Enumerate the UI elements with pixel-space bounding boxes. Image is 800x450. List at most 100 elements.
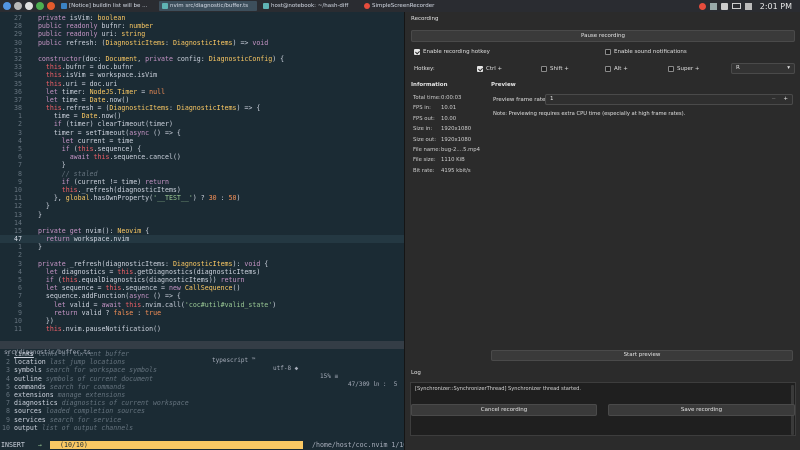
list-item[interactable]: 4 outline symbols of current document	[0, 375, 404, 383]
code-line[interactable]: 5 if (this.equalDiagnostics(diagnosticIt…	[0, 276, 404, 284]
files-icon[interactable]	[14, 2, 22, 10]
list-item[interactable]: 9 services search for service	[0, 416, 404, 424]
network-icon[interactable]	[709, 2, 717, 10]
list-item[interactable]: 3 symbols search for workspace symbols	[0, 366, 404, 374]
code-line[interactable]: 13 }	[0, 211, 404, 219]
launcher-icon[interactable]	[3, 2, 11, 10]
list-item-number: 1	[6, 350, 10, 358]
code-line[interactable]: 1 }	[0, 243, 404, 251]
enable-sound-checkbox[interactable]	[605, 49, 611, 55]
alt-checkbox[interactable]	[605, 66, 611, 72]
code-line[interactable]: 6 let sequence = this.sequence = new Cal…	[0, 284, 404, 292]
code-line[interactable]: 37 let time = Date.now()	[0, 96, 404, 104]
save-recording-button[interactable]: Save recording	[608, 404, 795, 416]
firefox-icon[interactable]	[47, 2, 55, 10]
code-line[interactable]: 10 })	[0, 317, 404, 325]
code-line[interactable]: 3 private _refresh(diagnosticItems: Diag…	[0, 260, 404, 268]
ctrl-checkbox[interactable]	[477, 66, 483, 72]
code-line[interactable]: 7 }	[0, 161, 404, 169]
line-number: 14	[14, 218, 22, 227]
code-line[interactable]: 27 private isVim: boolean	[0, 14, 404, 22]
terminal-icon[interactable]	[25, 2, 33, 10]
task-nvim[interactable]: nvim src/diagnostic/buffer.ts	[159, 1, 257, 11]
line-number: 33	[14, 63, 22, 72]
code-line[interactable]: 35 this.uri = doc.uri	[0, 80, 404, 88]
line-number: 5	[18, 276, 22, 284]
code-line[interactable]: 29 public readonly uri: string	[0, 30, 404, 38]
code-line[interactable]: 33 this.bufnr = doc.bufnr	[0, 63, 404, 71]
volume-icon[interactable]	[720, 2, 728, 10]
line-number: 11	[14, 325, 22, 334]
code-line[interactable]: 10 this._refresh(diagnosticItems)	[0, 186, 404, 194]
record-tray-icon[interactable]	[698, 2, 706, 10]
code-line[interactable]: 32 constructor(doc: Document, private co…	[0, 55, 404, 63]
cancel-recording-button[interactable]: Cancel recording	[411, 404, 597, 416]
coc-list[interactable]: 1 links links of current buffer 2 location …	[0, 350, 404, 432]
code-line[interactable]: 3 timer = setTimeout(async () => {	[0, 129, 404, 137]
super-checkbox[interactable]	[668, 66, 674, 72]
code-line[interactable]: 31	[0, 47, 404, 55]
code-line[interactable]: 14	[0, 219, 404, 227]
code-line[interactable]: 11 this.nvim.pauseNotification()	[0, 325, 404, 333]
clock[interactable]: 2:01 PM	[760, 2, 792, 11]
code-line[interactable]: 12 }	[0, 202, 404, 210]
battery-icon[interactable]	[731, 3, 741, 9]
nvim-editor[interactable]: 27 private isVim: boolean 28 public reado…	[0, 12, 407, 450]
power-icon[interactable]	[744, 2, 752, 10]
enable-hotkey-checkbox[interactable]	[414, 49, 420, 55]
code-line[interactable]: 8 let valid = await this.nvim.call('coc#…	[0, 301, 404, 309]
code-line[interactable]: 11 }, global.hasOwnProperty('__TEST__') …	[0, 194, 404, 202]
code-line[interactable]: 8 // staled	[0, 170, 404, 178]
chevron-down-icon: ▾	[787, 65, 790, 71]
list-item[interactable]: 2 location last jump locations	[0, 358, 404, 366]
list-item[interactable]: 10 output list of output channels	[0, 424, 404, 432]
code-line[interactable]: 4 let diagnostics = this.getDiagnostics(…	[0, 268, 404, 276]
code-line[interactable]: 38 this.refresh = (DiagnosticItems: Diag…	[0, 104, 404, 112]
preview-rate-spinbox[interactable]: 1 − +	[545, 94, 793, 105]
list-item[interactable]: 8 sources loaded completion sources	[0, 407, 404, 415]
key-select[interactable]: R ▾	[731, 63, 795, 74]
code-line[interactable]: 2 if (timer) clearTimeout(timer)	[0, 120, 404, 128]
code-line[interactable]: 7 sequence.addFunction(async () => {	[0, 292, 404, 300]
chrome-icon[interactable]	[36, 2, 44, 10]
start-preview-button[interactable]: Start preview	[491, 350, 793, 361]
increment-icon[interactable]: +	[783, 95, 788, 104]
code-line[interactable]: 30 public refresh: (DiagnosticItems: Dia…	[0, 39, 404, 47]
pause-recording-button[interactable]: Pause recording	[411, 30, 795, 42]
list-item-name: output	[14, 423, 38, 432]
code-line[interactable]: 47 return workspace.nvim	[0, 235, 404, 244]
task-notice[interactable]: [Notice] buildin list will be ...	[58, 1, 156, 11]
code-line[interactable]: 9 if (current != time) return	[0, 178, 404, 186]
shift-checkbox[interactable]	[541, 66, 547, 72]
decrement-icon[interactable]: −	[771, 95, 776, 104]
code-line[interactable]: 9 return valid ? false : true	[0, 309, 404, 317]
code-line[interactable]: 2	[0, 251, 404, 259]
list-item[interactable]: 7 diagnostics diagnostics of current work…	[0, 399, 404, 407]
info-key: Size out:	[413, 136, 437, 143]
code-line[interactable]: 6 await this.sequence.cancel()	[0, 153, 404, 161]
prompt-line: INSERT → (10/10) /home/host/coc.nvim 1/1…	[0, 441, 407, 449]
code-line[interactable]: 1 time = Date.now()	[0, 112, 404, 120]
line-number: 9	[18, 177, 22, 186]
code-text: this.refresh = (DiagnosticItems: Diagnos…	[45, 104, 261, 113]
line-number: 47	[14, 235, 22, 244]
code-buffer[interactable]: 27 private isVim: boolean 28 public reado…	[0, 14, 404, 333]
code-line[interactable]: 5 if (this.sequence) {	[0, 145, 404, 153]
code-line[interactable]: 28 public readonly bufnr: number	[0, 22, 404, 30]
task-terminal[interactable]: host@notebook: ~/hash-diff	[260, 1, 358, 11]
code-line[interactable]: 15 private get nvim(): Neovim {	[0, 227, 404, 235]
list-item[interactable]: 5 commands search for commands	[0, 383, 404, 391]
code-text: public readonly bufnr: number	[37, 22, 154, 31]
code-text: this.bufnr = doc.bufnr	[45, 63, 134, 72]
code-text: private isVim: boolean	[37, 14, 126, 22]
code-line[interactable]: 36 let timer: NodeJS.Timer = null	[0, 88, 404, 96]
task-recorder[interactable]: SimpleScreenRecorder	[361, 1, 459, 11]
code-line[interactable]: 34 this.isVim = workspace.isVim	[0, 71, 404, 79]
code-text: sequence.addFunction(async () => {	[30, 292, 181, 301]
line-number: 12	[14, 202, 22, 211]
list-item[interactable]: 1 links links of current buffer	[0, 350, 404, 358]
code-text: timer = setTimeout(async () => {	[30, 128, 181, 137]
code-text: }	[30, 210, 42, 219]
list-item[interactable]: 6 extensions manage extensions	[0, 391, 404, 399]
code-line[interactable]: 4 let current = time	[0, 137, 404, 145]
